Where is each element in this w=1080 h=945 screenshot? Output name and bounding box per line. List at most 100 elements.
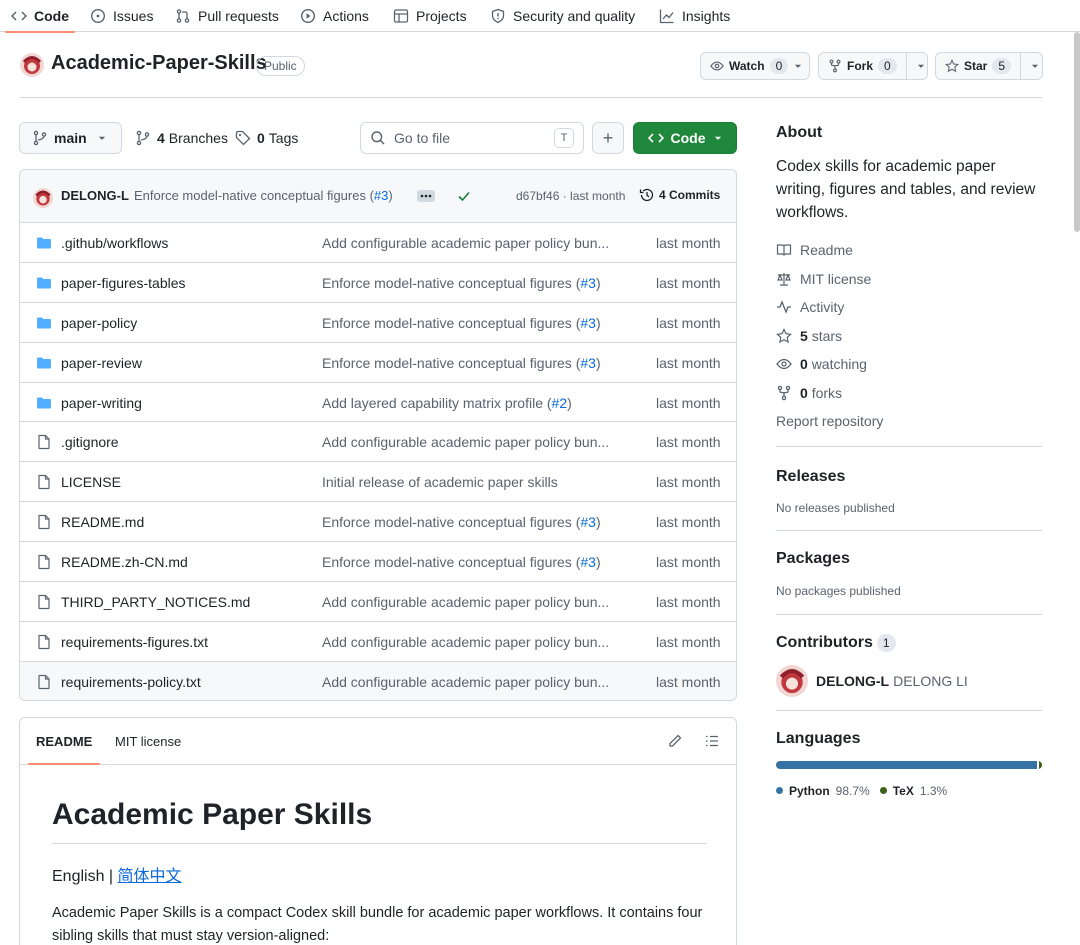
file-name[interactable]: paper-review [61,355,142,371]
file-row[interactable]: paper-review Enforce model-native concept… [20,343,736,383]
chinese-readme-link[interactable]: 简体中文 [118,868,182,885]
forks-link[interactable]: 0 forks [776,379,1042,408]
tab-security[interactable]: Security and quality [490,0,635,32]
commit-message[interactable]: Enforce model-native conceptual figures … [134,188,393,203]
file-commit-message[interactable]: Enforce model-native conceptual figures … [322,355,622,371]
file-name[interactable]: LICENSE [61,474,121,490]
commit-author[interactable]: DELONG-L [61,188,129,203]
contributor-item[interactable]: DELONG-L DELONG LI [776,664,1042,697]
fork-button[interactable]: Fork 0 [818,52,928,80]
star-dropdown[interactable] [1020,53,1049,79]
report-repository-link[interactable]: Report repository [776,407,1042,436]
tab-issues[interactable]: Issues [90,0,153,32]
file-commit-message[interactable]: Add configurable academic paper policy b… [322,674,622,690]
file-commit-message[interactable]: Add configurable academic paper policy b… [322,634,622,650]
file-row[interactable]: LICENSE Initial release of academic paper… [20,462,736,503]
tab-insights[interactable]: Insights [659,0,730,32]
outline-icon[interactable] [704,733,720,749]
stars-link[interactable]: 5 stars [776,322,1042,351]
file-row[interactable]: THIRD_PARTY_NOTICES.md Add configurable a… [20,582,736,622]
file-commit-message[interactable]: Add configurable academic paper policy b… [322,235,622,251]
tab-actions[interactable]: Actions [300,0,369,32]
activity-link[interactable]: Activity [776,293,1042,322]
file-row[interactable]: paper-figures-tables Enforce model-native… [20,263,736,303]
commit-pr-link[interactable]: #3 [580,554,596,570]
pencil-icon[interactable] [667,733,683,749]
tags-link[interactable]: 0 Tags [235,122,298,154]
file-commit-message[interactable]: Add configurable academic paper policy b… [322,594,622,610]
contributors-heading[interactable]: Contributors 1 [776,633,1042,652]
file-name[interactable]: THIRD_PARTY_NOTICES.md [61,594,250,610]
shortcut-key: T [554,128,574,148]
commits-link[interactable]: 4 Commits [639,187,720,203]
commit-pr-link[interactable]: #3 [580,315,596,331]
commit-pr-link[interactable]: #3 [374,188,388,203]
scrollbar[interactable] [1074,32,1080,232]
contributor-avatar[interactable] [776,664,808,697]
readme-tabs: README MIT license [20,718,736,765]
file-name[interactable]: requirements-policy.txt [61,674,201,690]
branch-selector[interactable]: main [19,122,122,154]
add-file-button[interactable]: + [592,122,624,154]
language-bar-segment [1038,760,1042,769]
file-commit-message[interactable]: Enforce model-native conceptual figures … [322,514,622,530]
repo-name[interactable]: Academic-Paper-Skills [51,52,267,75]
language-item[interactable]: TeX 1.3% [879,784,947,798]
language-dot [879,787,887,794]
star-button[interactable]: Star 5 [935,52,1043,80]
packages-heading[interactable]: Packages [776,550,1042,568]
fork-dropdown[interactable] [905,53,935,79]
file-name[interactable]: README.md [61,514,144,530]
file-commit-message[interactable]: Initial release of academic paper skills [322,474,622,490]
file-row[interactable]: paper-policy Enforce model-native concept… [20,303,736,343]
language-item[interactable]: Python 98.7% [776,784,870,798]
contributor-login[interactable]: DELONG-L [816,673,889,689]
file-row[interactable]: README.md Enforce model-native conceptual… [20,502,736,543]
commit-pr-link[interactable]: #3 [580,514,596,530]
file-commit-message[interactable]: Enforce model-native conceptual figures … [322,554,622,570]
owner-avatar[interactable] [20,53,44,77]
file-date: last month [656,594,721,611]
file-name[interactable]: requirements-figures.txt [61,634,208,650]
commit-sha[interactable]: d67bf46 · last month [516,189,625,203]
file-commit-message[interactable]: Enforce model-native conceptual figures … [322,315,622,331]
file-name[interactable]: paper-figures-tables [61,275,186,291]
file-name[interactable]: .github/workflows [61,235,168,251]
star-count: 5 [992,58,1012,74]
caret-down-icon [1030,61,1040,71]
tab-pull-requests[interactable]: Pull requests [175,0,279,32]
readme-link[interactable]: Readme [776,236,1042,265]
file-row[interactable]: .github/workflows Add configurable academ… [20,223,736,263]
file-name[interactable]: README.zh-CN.md [61,554,188,570]
go-to-file-input[interactable]: Go to file T [360,122,584,154]
watchers-link[interactable]: 0 watching [776,350,1042,379]
file-row[interactable]: requirements-policy.txt Add configurable … [20,661,736,700]
file-name[interactable]: paper-policy [61,315,137,331]
releases-heading[interactable]: Releases [776,468,1042,486]
commit-pr-link[interactable]: #3 [580,275,596,291]
file-row[interactable]: .gitignore Add configurable academic pape… [20,422,736,463]
commit-pr-link[interactable]: #3 [580,355,596,371]
tab-projects[interactable]: Projects [393,0,467,32]
fork-icon [776,385,792,401]
branches-link[interactable]: 4 Branches [135,122,228,154]
file-name[interactable]: paper-writing [61,395,142,411]
code-button[interactable]: Code [633,122,737,154]
license-link[interactable]: MIT license [776,265,1042,294]
commit-pr-link[interactable]: #2 [552,395,568,411]
check-icon[interactable] [456,188,472,204]
author-avatar[interactable] [33,188,53,208]
tab-mit-license[interactable]: MIT license [115,734,181,749]
tab-code[interactable]: Code [5,0,75,33]
file-row[interactable]: README.zh-CN.md Enforce model-native conc… [20,542,736,583]
repo-nav: Code Issues Pull requests Actions Projec… [0,0,1080,33]
file-commit-message[interactable]: Add layered capability matrix profile (#… [322,395,622,411]
file-commit-message[interactable]: Add configurable academic paper policy b… [322,434,622,450]
tab-readme[interactable]: README [28,734,101,765]
file-commit-message[interactable]: Enforce model-native conceptual figures … [322,275,622,291]
file-row[interactable]: paper-writing Add layered capability matr… [20,383,736,423]
watch-button[interactable]: Watch 0 [700,52,810,80]
file-row[interactable]: requirements-figures.txt Add configurable… [20,622,736,662]
file-name[interactable]: .gitignore [61,434,119,450]
expand-commit-button[interactable] [417,190,435,202]
